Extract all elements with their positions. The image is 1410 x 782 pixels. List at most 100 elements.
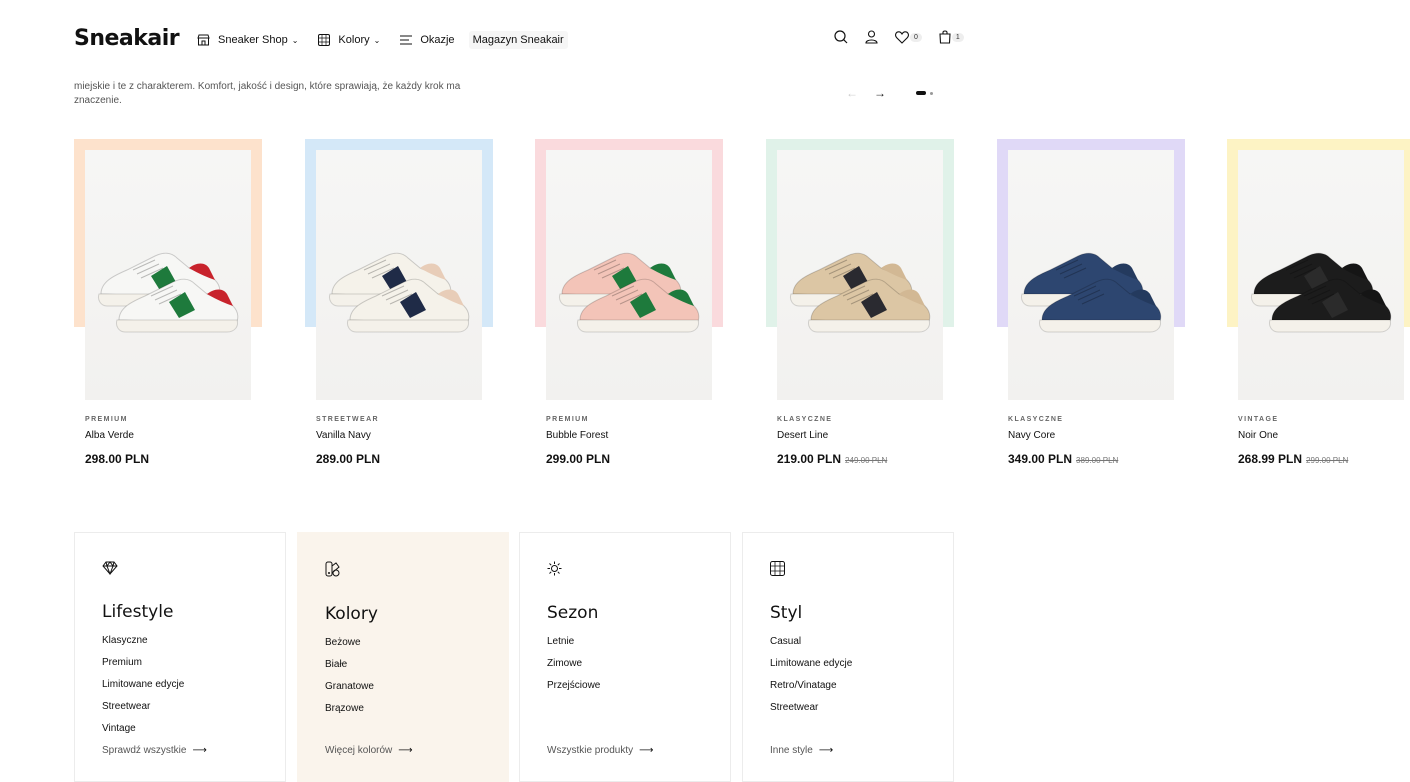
search-button[interactable] [834, 30, 848, 44]
sneaker-image [329, 252, 470, 333]
product-image[interactable] [85, 150, 251, 400]
see-all-label: Więcej kolorów [325, 745, 393, 756]
sneaker-image [1251, 252, 1392, 333]
nav-kolory[interactable]: Kolory ⌄ [318, 34, 380, 46]
carousel-dot-active[interactable] [916, 91, 926, 95]
diamond-icon [102, 561, 118, 576]
product-category: PREMIUM [546, 416, 589, 423]
arrow-right-icon: ⟶ [398, 745, 413, 756]
category-link[interactable]: Letnie [547, 635, 730, 657]
carousel-prev-button[interactable]: ← [846, 86, 858, 100]
grid-icon [318, 34, 331, 46]
search-icon [834, 30, 848, 44]
product-image[interactable] [1008, 150, 1174, 400]
product-image[interactable] [777, 150, 943, 400]
category-link[interactable]: Zimowe [547, 657, 730, 679]
wishlist-count: 0 [910, 32, 922, 42]
category-link[interactable]: Vintage [102, 722, 285, 744]
product-price: 268.99 PLN 299.00 PLN [1238, 452, 1348, 466]
category-link[interactable]: Granatowe [325, 680, 508, 702]
category-link[interactable]: Białe [325, 658, 508, 680]
product-name[interactable]: Navy Core [1008, 430, 1055, 441]
product-price: 298.00 PLN [85, 452, 153, 466]
category-link[interactable]: Premium [102, 656, 285, 678]
account-button[interactable] [865, 30, 878, 44]
product-price: 299.00 PLN [546, 452, 614, 466]
nav-okazje[interactable]: Okazje [400, 34, 455, 46]
current-price: 349.00 PLN [1008, 452, 1073, 466]
wishlist-button[interactable]: 0 [895, 30, 922, 44]
sneaker-image [98, 252, 239, 333]
product-category: PREMIUM [85, 416, 128, 423]
category-box-lifestyle: Lifestyle Klasyczne Premium Limitowane e… [74, 532, 286, 782]
see-all-link[interactable]: Inne style ⟶ [770, 745, 833, 756]
current-price: 268.99 PLN [1238, 452, 1303, 466]
arrow-right-icon: ⟶ [192, 745, 207, 756]
current-price: 298.00 PLN [85, 452, 150, 466]
chevron-down-icon: ⌄ [373, 35, 381, 45]
current-price: 289.00 PLN [316, 452, 381, 466]
arrow-right-icon: ⟶ [639, 745, 654, 756]
product-price: 289.00 PLN [316, 452, 384, 466]
cart-count: 1 [951, 32, 964, 42]
palette-icon [325, 561, 340, 577]
carousel-pagination [916, 91, 933, 95]
category-link[interactable]: Retro/Vinatage [770, 679, 953, 701]
product-image[interactable] [546, 150, 712, 400]
arrow-right-icon: ⟶ [818, 745, 834, 756]
sun-icon [547, 561, 562, 576]
product-name[interactable]: Desert Line [777, 430, 828, 441]
category-link[interactable]: Streetwear [102, 700, 285, 722]
carousel-next-button[interactable]: → [874, 86, 886, 100]
product-category: KLASYCZNE [1008, 416, 1064, 423]
category-box-styl: Styl Casual Limitowane edycje Retro/Vina… [742, 532, 954, 782]
nav-label: Sneaker Shop [218, 34, 288, 46]
product-category: STREETWEAR [316, 416, 379, 423]
category-link[interactable]: Limitowane edycje [102, 678, 285, 700]
category-link[interactable]: Limitowane edycje [770, 657, 953, 679]
nav-magazyn[interactable]: Magazyn Sneakair [468, 31, 568, 49]
nav-label: Kolory [338, 34, 370, 46]
product-category: VINTAGE [1238, 416, 1279, 423]
carousel-dot[interactable] [930, 91, 933, 95]
main-nav: Sneaker Shop ⌄ Kolory ⌄ Okazje Magazyn S… [197, 31, 588, 49]
see-all-label: Sprawdź wszystkie [102, 745, 187, 756]
category-box-kolory: Kolory Beżowe Białe Granatowe Brązowe Wi… [297, 532, 509, 782]
heart-icon [895, 30, 909, 44]
see-all-label: Inne style [770, 745, 813, 756]
menu-lines-icon [400, 35, 413, 45]
product-name[interactable]: Noir One [1238, 430, 1278, 441]
old-price: 249.00 PLN [845, 456, 888, 465]
category-link[interactable]: Brązowe [325, 702, 508, 724]
see-all-link[interactable]: Wszystkie produkty ⟶ [547, 745, 653, 756]
logo[interactable]: Sneakair [74, 26, 180, 51]
category-link[interactable]: Casual [770, 635, 953, 657]
header-actions: 0 1 [834, 30, 981, 44]
nav-label: Magazyn Sneakair [472, 34, 564, 46]
site-header: Sneakair Sneaker Shop ⌄ Kolory ⌄ Okazje … [0, 0, 1410, 78]
carousel-controls: ← → [846, 86, 933, 100]
category-link[interactable]: Klasyczne [102, 634, 285, 656]
product-image[interactable] [1238, 150, 1404, 400]
category-title: Lifestyle [102, 602, 174, 622]
category-link[interactable]: Streetwear [770, 701, 953, 723]
category-box-sezon: Sezon Letnie Zimowe Przejściowe Wszystki… [519, 532, 731, 782]
category-link[interactable]: Beżowe [325, 636, 508, 658]
see-all-link[interactable]: Więcej kolorów ⟶ [325, 745, 413, 756]
category-link[interactable]: Przejściowe [547, 679, 730, 701]
nav-sneaker-shop[interactable]: Sneaker Shop ⌄ [197, 34, 298, 46]
product-category: KLASYCZNE [777, 416, 833, 423]
product-image[interactable] [316, 150, 482, 400]
sneaker-image [1021, 252, 1162, 333]
chevron-down-icon: ⌄ [291, 35, 299, 45]
product-name[interactable]: Bubble Forest [546, 430, 608, 441]
product-price: 349.00 PLN 389.00 PLN [1008, 452, 1118, 466]
current-price: 299.00 PLN [546, 452, 611, 466]
product-name[interactable]: Alba Verde [85, 430, 134, 441]
product-name[interactable]: Vanilla Navy [316, 430, 371, 441]
old-price: 299.00 PLN [1306, 456, 1349, 465]
section-intro-text: miejskie i te z charakterem. Komfort, ja… [74, 81, 461, 106]
cart-button[interactable]: 1 [939, 30, 964, 44]
see-all-link[interactable]: Sprawdź wszystkie ⟶ [102, 745, 207, 756]
product-price: 219.00 PLN 249.00 PLN [777, 452, 887, 466]
